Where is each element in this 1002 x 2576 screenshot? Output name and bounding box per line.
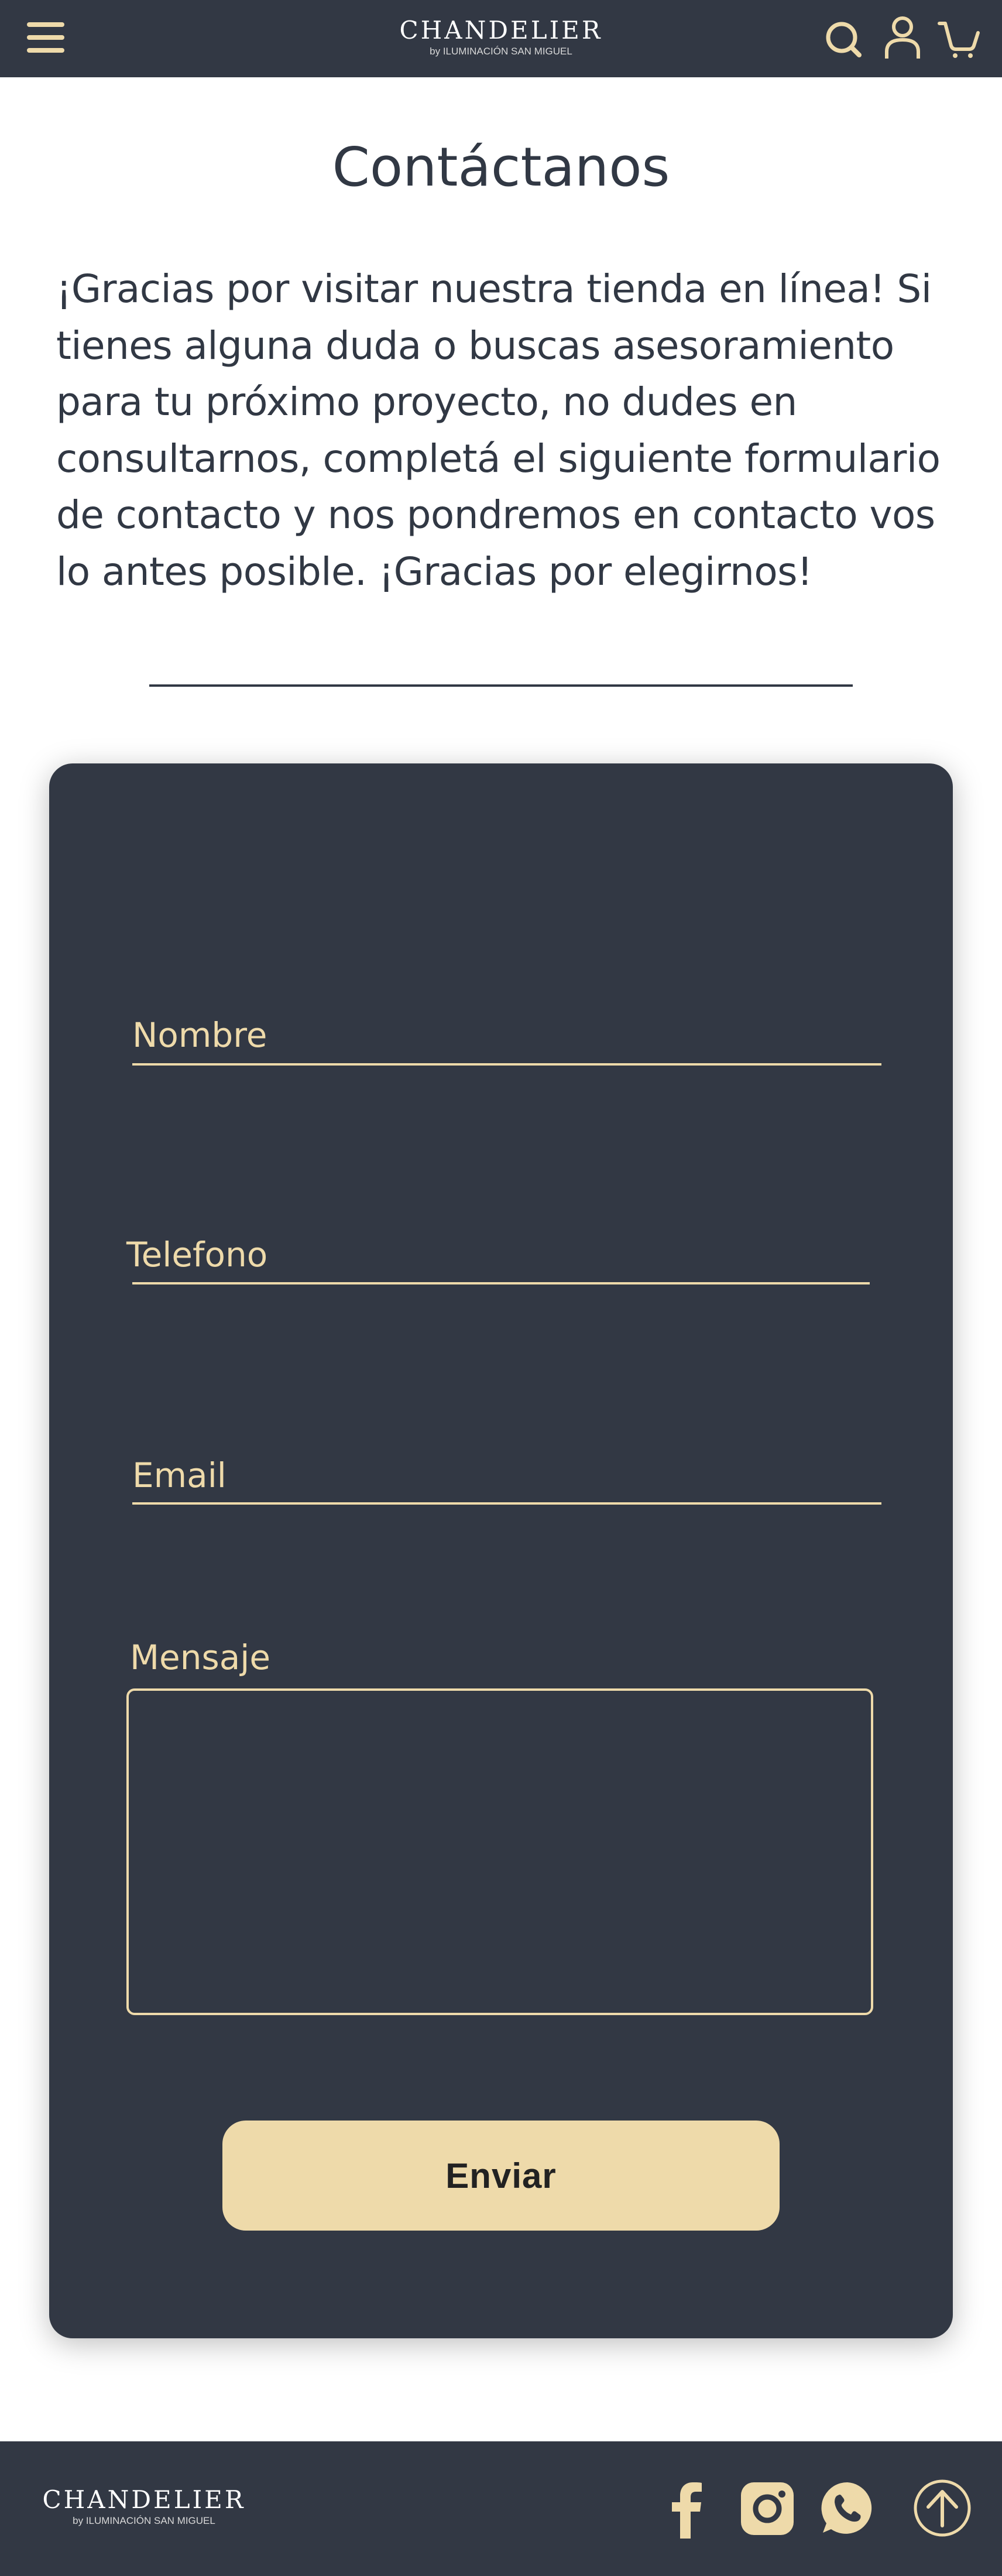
footer-logo-tagline: by ILUMINACIÓN SAN MIGUEL xyxy=(73,2515,215,2526)
search-icon[interactable] xyxy=(825,21,863,59)
logo-brand: CHANDELIER xyxy=(399,16,603,44)
logo-tagline: by ILUMINACIÓN SAN MIGUEL xyxy=(430,46,572,57)
intro-text: ¡Gracias por visitar nuestra tienda en l… xyxy=(56,266,941,594)
form-card xyxy=(49,763,953,2338)
footer-logo[interactable]: CHANDELIER by ILUMINACIÓN SAN MIGUEL xyxy=(33,2486,255,2527)
footer: CHANDELIER by ILUMINACIÓN SAN MIGUEL xyxy=(0,2441,1002,2576)
scroll-top-icon[interactable] xyxy=(913,2479,972,2537)
instagram-icon[interactable] xyxy=(741,2482,794,2535)
name-field[interactable] xyxy=(132,1063,881,1066)
cart-icon[interactable] xyxy=(938,20,980,59)
message-textarea[interactable] xyxy=(126,1688,873,2015)
section-divider xyxy=(149,684,853,687)
user-icon[interactable] xyxy=(884,15,921,61)
message-label: Mensaje xyxy=(130,1638,271,1677)
whatsapp-icon[interactable] xyxy=(821,2481,874,2535)
phone-label: Telefono xyxy=(126,1235,268,1275)
page-title: Contáctanos xyxy=(332,136,670,198)
phone-field[interactable] xyxy=(132,1282,870,1284)
email-label: Email xyxy=(132,1455,227,1495)
top-navbar: CHANDELIER by ILUMINACIÓN SAN MIGUEL xyxy=(0,0,1002,77)
footer-logo-brand: CHANDELIER xyxy=(42,2485,246,2514)
facebook-icon[interactable] xyxy=(667,2482,708,2539)
name-label: Nombre xyxy=(132,1015,267,1055)
submit-button[interactable]: Enviar xyxy=(222,2121,780,2231)
email-field[interactable] xyxy=(132,1502,881,1505)
menu-icon[interactable] xyxy=(27,22,64,53)
submit-button-label: Enviar xyxy=(445,2156,557,2195)
site-logo[interactable]: CHANDELIER by ILUMINACIÓN SAN MIGUEL xyxy=(384,16,618,57)
